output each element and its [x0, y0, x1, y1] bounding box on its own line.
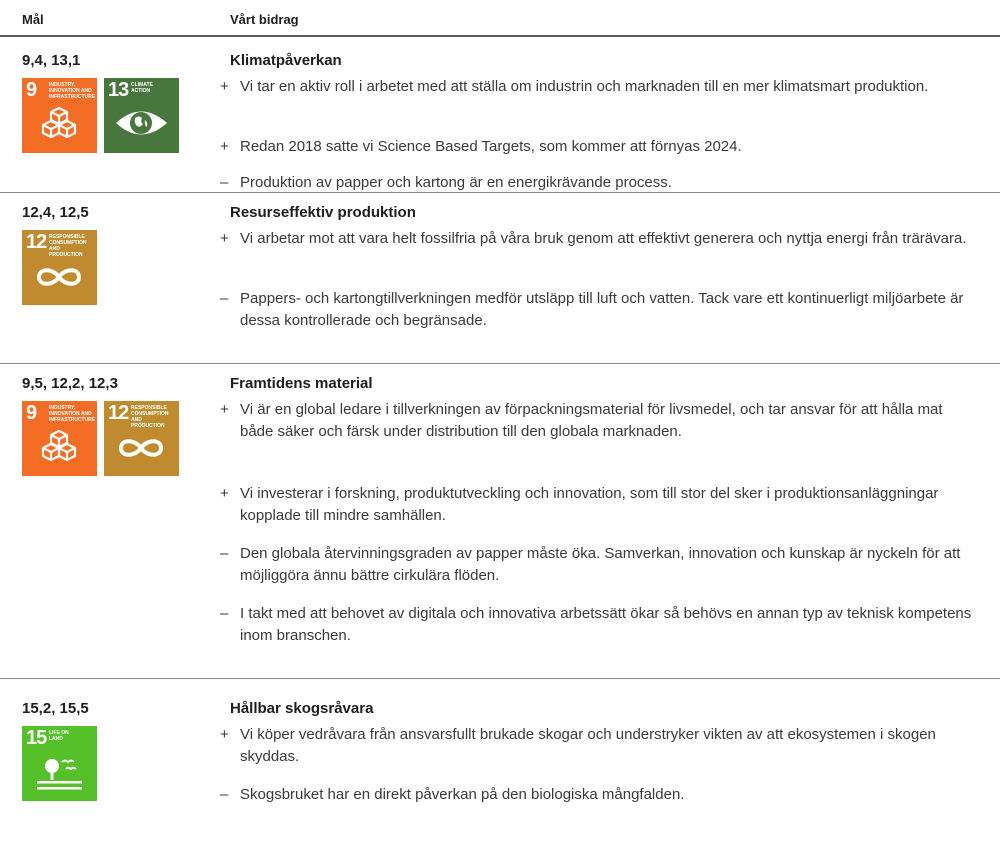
bullet-text: Redan 2018 satte vi Science Based Target…: [240, 138, 742, 155]
bullet-marker: –: [220, 545, 229, 562]
section-divider: [0, 363, 1000, 364]
section-title: Framtidens material: [230, 375, 373, 392]
infinity-icon: [36, 268, 82, 286]
goal-numbers: 9,4, 13,1: [22, 52, 81, 69]
bullet-text: Pappers- och kartongtillverkningen medfö…: [240, 290, 964, 329]
bullet-text: Vi köper vedråvara från ansvarsfullt bru…: [240, 726, 936, 765]
sdg-9-badge: 9 INDUSTRY, INNOVATION AND INFRASTRUCTUR…: [22, 78, 97, 153]
sdg-9-badge: 9 INDUSTRY, INNOVATION AND INFRASTRUCTUR…: [22, 401, 97, 476]
sdg-12-badge: 12 RESPONSIBLE CONSUMPTION AND PRODUCTIO…: [104, 401, 179, 476]
bullet-text: Vi är en global ledare i tillverkningen …: [240, 401, 943, 440]
cubes-icon: [41, 429, 77, 462]
goal-numbers: 12,4, 12,5: [22, 204, 89, 221]
bullet-text: Den globala återvinningsgraden av papper…: [240, 545, 961, 584]
bullet-text: Skogsbruket har en direkt påverkan på de…: [240, 786, 685, 803]
cubes-icon: [41, 106, 77, 139]
bullet-item: – Produktion av papper och kartong är en …: [220, 172, 980, 194]
goal-numbers: 15,2, 15,5: [22, 700, 89, 717]
bullet-item: – Den globala återvinningsgraden av pappe…: [220, 543, 980, 587]
bullet-marker: +: [220, 726, 229, 743]
bullet-marker: +: [220, 230, 229, 247]
eye-globe-icon: [116, 111, 167, 135]
goal-column-header: Mål: [22, 12, 44, 27]
section-divider: [0, 678, 1000, 679]
bullet-text: Vi investerar i forskning, produktutveck…: [240, 485, 939, 524]
bullet-marker: –: [220, 605, 229, 622]
bullet-marker: –: [220, 174, 229, 191]
bullet-marker: –: [220, 290, 229, 307]
goal-numbers: 9,5, 12,2, 12,3: [22, 375, 118, 392]
header-divider: [0, 35, 1000, 37]
sdg-icons: 9 INDUSTRY, INNOVATION AND INFRASTRUCTUR…: [22, 401, 179, 476]
sdg-15-badge: 15 LIFE ON LAND: [22, 726, 97, 801]
section-title: Hållbar skogsråvara: [230, 700, 374, 717]
sdg-contribution-table: Mål Vårt bidrag 9,4, 13,1 9 INDUSTRY, IN…: [0, 0, 1000, 853]
section-title: Klimatpåverkan: [230, 52, 342, 69]
bullet-item: + Vi är en global ledare i tillverkningen…: [220, 399, 980, 443]
bullet-marker: +: [220, 138, 229, 155]
section-title: Resurseffektiv produktion: [230, 204, 416, 221]
sdg-icons: 9 INDUSTRY, INNOVATION AND INFRASTRUCTUR…: [22, 78, 179, 153]
section-divider: [0, 192, 1000, 193]
bullet-text: Vi tar en aktiv roll i arbetet med att s…: [240, 78, 929, 95]
bullet-item: + Vi investerar i forskning, produktutvec…: [220, 483, 980, 527]
bullet-item: + Vi arbetar mot att vara helt fossilfria…: [220, 228, 980, 250]
bullet-marker: +: [220, 485, 229, 502]
bullet-item: + Redan 2018 satte vi Science Based Targe…: [220, 136, 980, 158]
bullet-marker: –: [220, 786, 229, 803]
bullet-item: + Vi tar en aktiv roll i arbetet med att …: [220, 76, 980, 98]
bullet-text: Vi arbetar mot att vara helt fossilfria …: [240, 230, 967, 247]
sdg-icons: 15 LIFE ON LAND: [22, 726, 97, 801]
sdg-12-badge: 12 RESPONSIBLE CONSUMPTION AND PRODUCTIO…: [22, 230, 97, 305]
bullet-item: – Pappers- och kartongtillverkningen medf…: [220, 288, 980, 332]
bullet-item: + Vi köper vedråvara från ansvarsfullt br…: [220, 724, 980, 768]
contribution-column-header: Vårt bidrag: [230, 12, 299, 27]
bullet-item: – I takt med att behovet av digitala och …: [220, 603, 980, 647]
tree-birds-icon: [37, 759, 82, 790]
table-header: Mål Vårt bidrag: [22, 12, 998, 34]
bullet-text: Produktion av papper och kartong är en e…: [240, 174, 672, 191]
infinity-icon: [118, 439, 164, 457]
sdg-icons: 12 RESPONSIBLE CONSUMPTION AND PRODUCTIO…: [22, 230, 97, 305]
bullet-text: I takt med att behovet av digitala och i…: [240, 605, 972, 644]
sdg-13-badge: 13 CLIMATE ACTION: [104, 78, 179, 153]
bullet-marker: +: [220, 401, 229, 418]
bullet-item: – Skogsbruket har en direkt påverkan på d…: [220, 784, 980, 806]
bullet-marker: +: [220, 78, 229, 95]
